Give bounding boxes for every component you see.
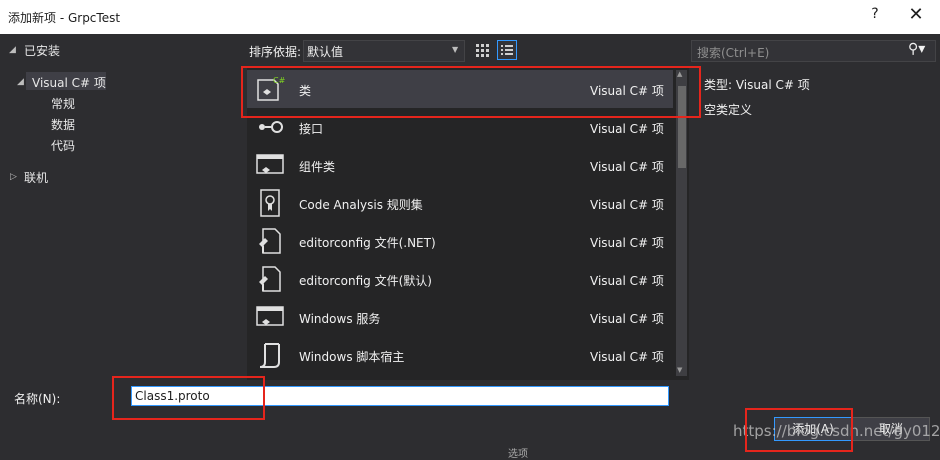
template-name: Windows 服务 (299, 312, 381, 326)
editorconfig-icon (259, 228, 281, 254)
grid-view-button[interactable] (472, 40, 492, 60)
template-row[interactable]: 组件类 Visual C# 项 (247, 146, 673, 184)
watermark: https://blog.csdn.net/gy0124 (733, 422, 940, 440)
template-language: Visual C# 项 (590, 198, 664, 212)
tree-item-installed[interactable]: 已安装 (24, 42, 60, 59)
list-view-icon (501, 45, 513, 55)
scroll-up-icon[interactable]: ▲ (677, 70, 682, 78)
template-name: Windows 脚本宿主 (299, 350, 405, 364)
expanded-arrow-icon[interactable]: ◢ (9, 45, 16, 55)
name-label: 名称(N): (14, 392, 61, 406)
template-language: Visual C# 项 (590, 312, 664, 326)
template-description: 空类定义 (704, 103, 753, 117)
tree-item-online[interactable]: 联机 (24, 169, 48, 186)
template-row[interactable]: Windows 脚本宿主 Visual C# 项 (247, 336, 673, 374)
tree-item-code[interactable]: 代码 (51, 137, 75, 154)
list-view-button[interactable] (497, 40, 517, 60)
help-button[interactable]: ? (866, 6, 884, 26)
template-row[interactable]: 接口 Visual C# 项 (247, 108, 673, 146)
sort-value: 默认值 (307, 45, 344, 59)
tree-item-visual-csharp[interactable]: Visual C# 项 (32, 74, 106, 91)
interface-icon (259, 121, 283, 133)
scrollbar-thumb[interactable] (678, 86, 686, 168)
expanded-arrow-icon[interactable]: ◢ (17, 77, 24, 87)
template-language: Visual C# 项 (590, 84, 664, 98)
template-row[interactable]: editorconfig 文件(默认) Visual C# 项 (247, 260, 673, 298)
collapsed-arrow-icon[interactable]: ▷ (10, 172, 17, 182)
windows-service-icon (256, 306, 284, 326)
template-name: 接口 (299, 122, 324, 136)
template-name: Code Analysis 规则集 (299, 198, 423, 212)
options-label: 选项 (508, 449, 528, 460)
tree-item-general[interactable]: 常规 (51, 95, 75, 112)
grid-view-icon (476, 44, 489, 57)
template-name: 类 (299, 84, 312, 98)
search-icon[interactable]: ⚲▾ (908, 41, 925, 57)
scroll-down-icon[interactable]: ▼ (677, 366, 682, 374)
editorconfig-icon (259, 266, 281, 292)
window-title: 添加新项 - GrpcTest (8, 11, 121, 25)
chevron-down-icon: ▼ (452, 45, 459, 54)
template-row[interactable]: editorconfig 文件(.NET) Visual C# 项 (247, 222, 673, 260)
component-class-icon (256, 154, 284, 174)
template-row[interactable]: Code Analysis 规则集 Visual C# 项 (247, 184, 673, 222)
template-name: 组件类 (299, 160, 336, 174)
template-language: Visual C# 项 (590, 274, 664, 288)
ruleset-icon (260, 189, 280, 217)
template-name: editorconfig 文件(.NET) (299, 236, 436, 250)
template-row[interactable]: Windows 服务 Visual C# 项 (247, 298, 673, 336)
template-type: 类型: Visual C# 项 (704, 78, 810, 92)
template-language: Visual C# 项 (590, 160, 664, 174)
template-list[interactable]: C# 类 Visual C# 项 接口 Visual C# 项 组件类 Visu… (247, 66, 689, 380)
script-host-icon (259, 343, 280, 368)
template-language: Visual C# 项 (590, 350, 664, 364)
name-field[interactable]: Class1.proto (131, 386, 669, 406)
template-language: Visual C# 项 (590, 236, 664, 250)
template-row[interactable]: C# 类 Visual C# 项 (247, 70, 673, 108)
template-name: editorconfig 文件(默认) (299, 274, 432, 288)
template-language: Visual C# 项 (590, 122, 664, 136)
tree-item-data[interactable]: 数据 (51, 116, 75, 133)
sort-label: 排序依据: (249, 45, 302, 59)
class-icon: C# (257, 76, 285, 101)
close-button[interactable]: ✕ (904, 4, 928, 28)
svg-text:C#: C# (273, 76, 285, 85)
title-bar (0, 0, 940, 34)
search-placeholder: 搜索(Ctrl+E) (697, 46, 770, 60)
